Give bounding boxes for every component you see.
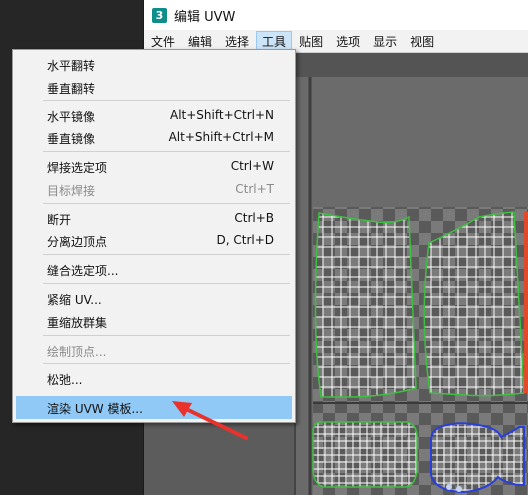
tools-menu-dropdown: 水平翻转 垂直翻转 水平镜像 Alt+Shift+Ctrl+N 垂直镜像 Alt… bbox=[12, 49, 296, 423]
menu-item-mirror-vertical[interactable]: 垂直镜像 Alt+Shift+Ctrl+M bbox=[14, 126, 294, 148]
menu-item-label: 分离边顶点 bbox=[47, 235, 108, 249]
menu-item-label: 垂直翻转 bbox=[47, 82, 96, 96]
menu-item-mirror-horizontal[interactable]: 水平镜像 Alt+Shift+Ctrl+N bbox=[14, 104, 294, 126]
menu-mapping[interactable]: 贴图 bbox=[293, 31, 329, 52]
3dsmax-app-icon: 3 bbox=[152, 7, 167, 23]
uv-vertex bbox=[456, 486, 462, 492]
menu-options[interactable]: 选项 bbox=[330, 31, 366, 52]
menu-item-shortcut: Ctrl+B bbox=[234, 211, 274, 225]
menu-item-label: 目标焊接 bbox=[47, 184, 96, 198]
menu-item-label: 重缩放群集 bbox=[47, 316, 108, 330]
menu-item-split-edge-vertices[interactable]: 分离边顶点 D, Ctrl+D bbox=[14, 229, 294, 251]
menu-item-label: 缝合选定项... bbox=[47, 264, 119, 278]
menu-item-break[interactable]: 断开 Ctrl+B bbox=[14, 207, 294, 229]
menu-item-label: 水平镜像 bbox=[47, 110, 96, 124]
menu-item-label: 断开 bbox=[47, 213, 72, 227]
title-bar: 3 编辑 UVW bbox=[144, 0, 528, 30]
menu-separator bbox=[43, 100, 290, 101]
menu-item-label: 松弛... bbox=[47, 373, 83, 387]
menu-item-shortcut: Ctrl+T bbox=[235, 182, 274, 196]
menu-item-label: 水平翻转 bbox=[47, 59, 96, 73]
menu-item-label: 渲染 UVW 模板... bbox=[47, 402, 143, 416]
menu-separator bbox=[43, 283, 290, 284]
menu-item-label: 垂直镜像 bbox=[47, 132, 96, 146]
menu-item-stitch-selected[interactable]: 缝合选定项... bbox=[14, 258, 294, 280]
menu-item-sketch-vertices: 绘制顶点... bbox=[14, 339, 294, 361]
menu-item-weld-selected[interactable]: 焊接选定项 Ctrl+W bbox=[14, 155, 294, 177]
menu-item-shortcut: Ctrl+W bbox=[230, 159, 274, 173]
uv-shell-left[interactable] bbox=[314, 212, 417, 398]
menu-view[interactable]: 视图 bbox=[404, 31, 440, 52]
window-title: 编辑 UVW bbox=[174, 9, 236, 25]
menu-separator bbox=[43, 254, 290, 255]
menu-item-label: 绘制顶点... bbox=[47, 345, 107, 359]
menu-item-shortcut: Alt+Shift+Ctrl+M bbox=[168, 130, 274, 144]
menu-item-label: 紧缩 UV... bbox=[47, 293, 102, 307]
menu-item-flip-horizontal[interactable]: 水平翻转 bbox=[14, 53, 294, 75]
uv-shell-bottom-left[interactable] bbox=[312, 421, 418, 488]
menu-item-shortcut: Alt+Shift+Ctrl+N bbox=[169, 108, 274, 122]
menu-separator bbox=[43, 151, 290, 152]
menu-separator bbox=[43, 335, 290, 336]
menu-separator bbox=[43, 363, 290, 364]
menu-item-flip-vertical[interactable]: 垂直翻转 bbox=[14, 76, 294, 98]
menu-item-relax[interactable]: 松弛... bbox=[14, 367, 294, 389]
menu-item-target-weld: 目标焊接 Ctrl+T bbox=[14, 178, 294, 200]
uv-vertex bbox=[446, 484, 452, 490]
menu-display[interactable]: 显示 bbox=[367, 31, 403, 52]
uv-shell-right-edge bbox=[524, 212, 528, 393]
menu-item-pack-uv[interactable]: 紧缩 UV... bbox=[14, 287, 294, 309]
menu-item-rescale-clusters[interactable]: 重缩放群集 bbox=[14, 310, 294, 332]
menu-item-shortcut: D, Ctrl+D bbox=[216, 233, 274, 247]
annotation-arrow-icon bbox=[172, 401, 248, 440]
uv-shell-bottom-right-selected[interactable] bbox=[430, 422, 525, 494]
menu-separator bbox=[43, 203, 290, 204]
menu-item-label: 焊接选定项 bbox=[47, 161, 108, 175]
uv-shell-middle[interactable] bbox=[423, 211, 525, 397]
